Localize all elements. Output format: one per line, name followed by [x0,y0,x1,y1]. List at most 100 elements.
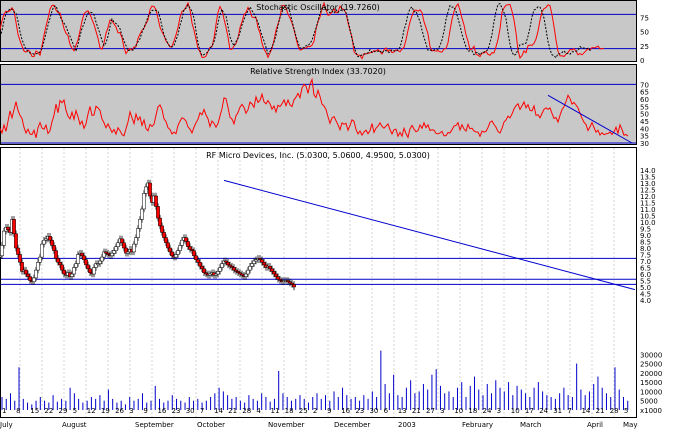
x-month-label: September [135,421,174,429]
price-candle [156,206,160,219]
x-day-label: 4 [256,407,261,415]
price-candle [198,262,202,267]
price-candle [200,265,204,270]
price-candle [70,273,74,277]
price-candle [120,238,124,244]
chart-window: 0 25 50 75 30 35 40 45 50 55 60 65 70 4.0 4.5 5.0 5.5 6.0… [0,0,700,432]
price-candle [170,251,174,257]
price-candle [166,242,170,249]
stoch-tick-label: 75 [640,14,649,22]
price-candle [158,217,162,227]
price-candle [136,228,140,238]
stoch-tick-label: 0 [640,57,644,65]
stoch-tick-label: 25 [640,43,649,51]
price-candle [6,226,10,231]
volume-tick-label: 30000 [640,351,662,359]
x-day-label: 18 [285,407,294,415]
x-day-label: 29 [59,407,68,415]
price-candle [38,256,42,263]
x-day-label: 27 [426,407,435,415]
price-candle [92,267,96,275]
price-candle [138,219,142,229]
price-candle [260,259,264,263]
rsi-tick-label: 55 [640,103,649,111]
x-day-label: 24 [483,407,492,415]
price-candle [12,219,16,234]
price-candle [196,259,200,263]
x-day-label: 10 [511,407,520,415]
price-candle [220,263,224,268]
price-candle [144,186,148,194]
price-candle [62,269,66,275]
price-candle [14,233,18,249]
x-day-label: 21 [596,407,605,415]
volume-tick-label: 10000 [640,388,662,396]
volume-tick-label: 5000 [640,398,658,406]
x-day-label: 12 [87,407,96,415]
x-day-label: 26 [115,407,124,415]
x-month-label: April [587,421,603,429]
price-candle [184,237,188,242]
price-candle [32,277,36,283]
price-candle [86,264,90,270]
price-candle [34,269,38,279]
price-panel [0,147,637,418]
x-month-label: July [0,421,13,429]
price-candle [178,245,182,251]
price-candle [54,250,58,259]
price-candle [194,255,198,260]
price-candle [0,245,4,257]
price-candle [148,182,152,197]
volume-tick-label: 20000 [640,370,662,378]
x-day-label: 24 [539,407,548,415]
x-day-label: 21 [412,407,421,415]
rsi-tick-label: 60 [640,96,649,104]
price-candle [192,250,196,257]
x-month-label: May [623,421,637,429]
x-day-label: 25 [299,407,308,415]
x-day-label: 8 [16,407,20,415]
x-day-label: 9 [327,407,331,415]
rsi-tick-label: 50 [640,111,649,119]
price-candle [202,268,206,273]
price-candle [244,273,248,277]
price-candle [36,262,40,271]
x-day-label: 31 [553,407,562,415]
price-candle [250,263,254,267]
price-candle [100,256,104,262]
x-month-label: March [520,421,541,429]
price-candle [268,265,272,270]
price-tick-label: 14.0 [640,167,656,175]
price-candle [270,268,274,272]
price-candle [154,195,158,207]
rsi-tick-label: 30 [640,140,649,148]
price-candle [28,276,32,281]
price-candle [112,250,116,254]
price-candle [262,262,266,266]
x-day-label: 3 [497,407,501,415]
volume-tick-label: 25000 [640,361,662,369]
price-candle [134,237,138,245]
x-day-label: 30 [369,407,378,415]
rsi-tick-label: 70 [640,81,649,89]
price-candle [58,262,62,266]
stoch-tick-label: 50 [640,29,649,37]
price-candle [122,242,126,249]
price-candle [164,237,168,244]
price-candle [216,271,220,275]
x-day-label: 17 [525,407,534,415]
price-candle [56,258,60,263]
price-candle [2,230,6,246]
x-day-label: 1 [2,407,6,415]
rsi-tick-label: 40 [640,125,649,133]
price-candle [252,260,256,264]
price-candle [174,254,178,258]
x-day-label: 5 [73,407,77,415]
x-day-label: 23 [355,407,364,415]
price-candle [84,259,88,266]
x-month-label: February [462,421,493,429]
x-month-label: November [268,421,305,429]
x-day-label: 7 [567,407,571,415]
volume-tick-label: x1000 [640,407,662,415]
x-month-label: August [62,421,87,429]
